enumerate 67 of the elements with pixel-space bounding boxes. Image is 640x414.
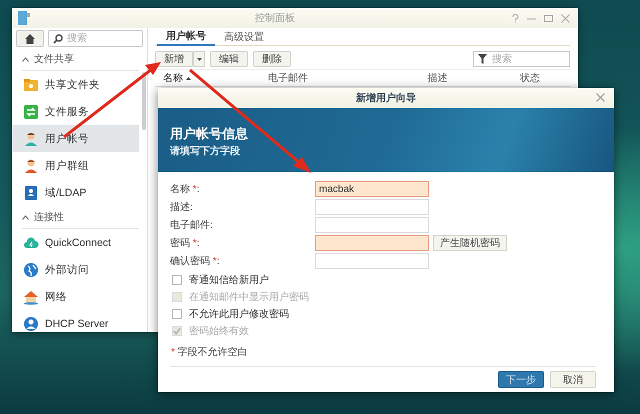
column-header[interactable]: 电子邮件 <box>268 71 308 85</box>
toolbar-button[interactable]: 删除 <box>253 51 291 67</box>
sidebar-item[interactable]: 用户群组 <box>12 152 139 179</box>
address-book-icon <box>23 184 39 200</box>
sidebar-item[interactable]: QuickConnect <box>12 229 139 256</box>
column-header[interactable]: 状态 <box>520 71 540 85</box>
sidebar-item[interactable]: 文件服务 <box>12 98 139 125</box>
folder-icon <box>23 76 39 92</box>
checkbox-label: 不允许此用户修改密码 <box>189 308 289 320</box>
user-icon <box>23 130 39 146</box>
exchange-icon <box>23 104 39 120</box>
required-note: * 字段不允许空白 <box>170 346 249 359</box>
field-label: 确认密码 *: <box>170 254 220 268</box>
sidebar-item[interactable]: 网络 <box>12 283 139 310</box>
next-button[interactable]: 下一步 <box>498 371 544 388</box>
banner-subtitle: 请填写下方字段 <box>170 144 241 158</box>
input-field[interactable] <box>315 235 429 251</box>
tab[interactable]: 高级设置 <box>215 28 273 46</box>
checkbox-label: 在通知邮件中显示用户密码 <box>189 290 309 304</box>
sidebar-item[interactable]: 外部访问 <box>12 256 139 283</box>
close-icon[interactable] <box>561 14 570 22</box>
input-field[interactable]: macbak <box>315 181 429 197</box>
maximize-icon[interactable] <box>544 14 553 22</box>
search-field[interactable]: 搜索 <box>473 51 570 67</box>
toolbar-button[interactable]: 新增 <box>155 51 193 67</box>
scrollbar[interactable] <box>142 72 146 130</box>
section-header[interactable]: 文件共享 <box>34 52 74 66</box>
sidebar-item[interactable]: 共享文件夹 <box>12 71 139 98</box>
sidebar-item[interactable]: DHCP Server <box>12 310 139 332</box>
sort-icon <box>186 76 191 80</box>
app-icon <box>18 11 30 25</box>
search-icon <box>53 34 63 44</box>
section-header[interactable]: 连接性 <box>34 210 64 224</box>
field-label: 密码 *: <box>170 236 200 250</box>
checkbox[interactable] <box>172 274 182 284</box>
filter-icon <box>478 54 487 64</box>
generate-password-button[interactable]: 产生随机密码 <box>433 235 507 251</box>
search-field[interactable]: 搜索 <box>48 30 143 47</box>
column-header[interactable]: 描述 <box>428 71 448 85</box>
checkbox-label: 寄通知信给新用户 <box>189 274 269 286</box>
close-icon[interactable] <box>596 93 605 102</box>
user-group-icon <box>23 158 39 174</box>
dropdown-button[interactable] <box>193 51 205 67</box>
input-field[interactable] <box>315 253 429 269</box>
checkbox-label: 密码始终有效 <box>189 324 249 338</box>
sidebar-item[interactable]: 域/LDAP <box>12 179 139 206</box>
house-icon <box>23 288 39 304</box>
home-button[interactable] <box>16 30 44 47</box>
field-label: 电子邮件: <box>170 218 214 232</box>
field-label: 描述: <box>170 200 194 214</box>
field-label: 名称 *: <box>170 183 200 196</box>
checkbox[interactable] <box>172 308 182 318</box>
caret-icon <box>196 58 202 60</box>
home-icon <box>24 33 36 44</box>
cancel-button[interactable]: 取消 <box>550 371 596 388</box>
toolbar-button[interactable]: 编辑 <box>210 51 248 67</box>
column-header[interactable]: 名称 <box>163 71 183 85</box>
globe-icon <box>23 262 39 278</box>
cloud-icon <box>23 234 39 250</box>
input-field[interactable] <box>315 199 429 215</box>
tab[interactable]: 用户帐号 <box>157 28 215 46</box>
check-icon <box>173 326 181 334</box>
dialog-title: 新增用户向导 <box>356 91 416 105</box>
window-title: 控制面板 <box>254 12 296 25</box>
input-field[interactable] <box>315 217 429 233</box>
help-icon[interactable] <box>512 14 519 22</box>
banner-title: 用户帐号信息 <box>170 125 249 143</box>
